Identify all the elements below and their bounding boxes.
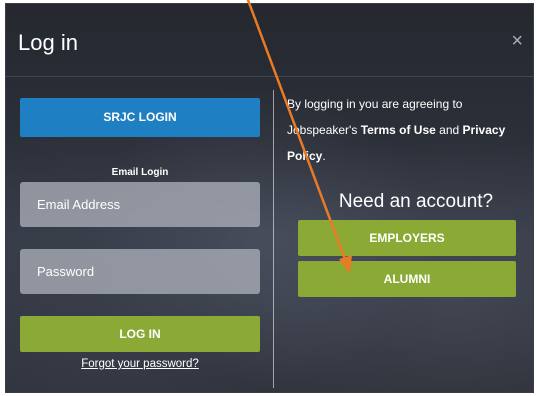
close-icon[interactable]: × <box>511 30 523 52</box>
email-login-label: Email Login <box>111 167 169 178</box>
password-field[interactable]: Password <box>20 249 260 294</box>
email-field[interactable]: Email Address <box>20 182 260 227</box>
alumni-button[interactable]: ALUMNI <box>298 261 516 297</box>
terms-and: and <box>439 123 460 137</box>
modal-title: Log in <box>18 30 78 55</box>
srjc-login-button[interactable]: SRJC LOGIN <box>20 98 260 137</box>
terms-notice: By logging in you are agreeing to Jobspe… <box>287 91 532 169</box>
log-in-button[interactable]: LOG IN <box>20 316 260 352</box>
modal-header: Log in × <box>6 4 533 77</box>
employers-button[interactable]: EMPLOYERS <box>298 220 516 256</box>
need-account-heading: Need an account? <box>338 191 494 212</box>
terms-suffix: . <box>322 149 326 163</box>
login-modal: Log in × SRJC LOGIN Email Login Email Ad… <box>5 3 534 393</box>
column-divider <box>273 90 274 388</box>
terms-of-use-link[interactable]: Terms of Use <box>361 123 436 137</box>
forgot-password-link[interactable]: Forgot your password? <box>20 358 260 370</box>
